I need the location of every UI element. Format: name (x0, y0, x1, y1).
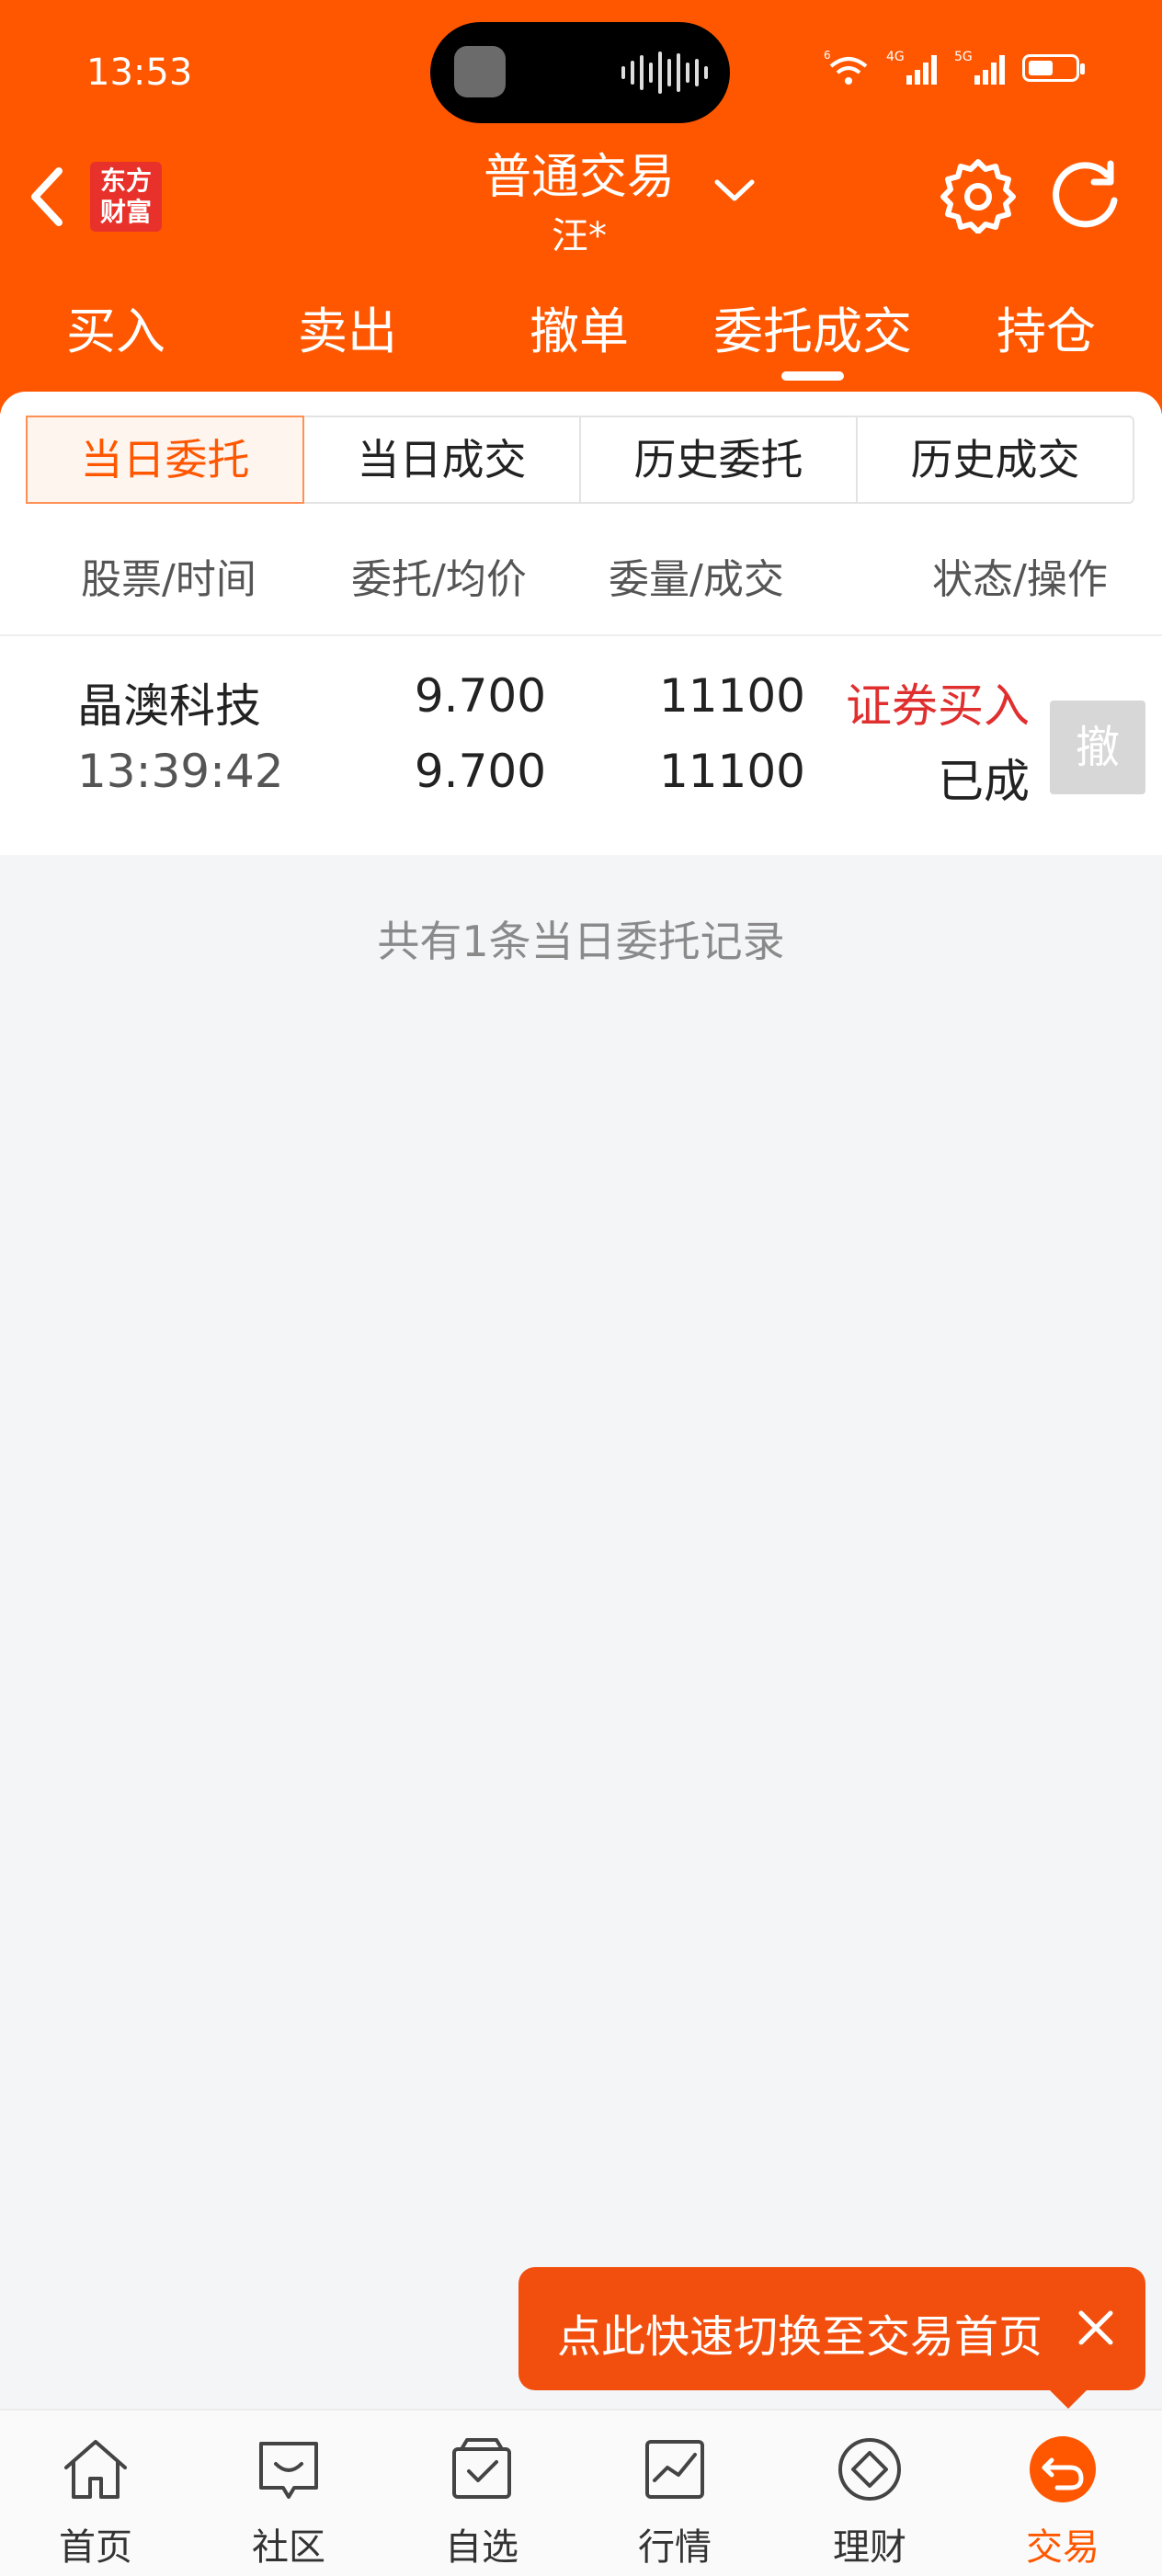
filled-quantity: 11100 (658, 745, 805, 798)
audio-wave-icon (621, 51, 708, 94)
signal-4g-label: 4G (886, 50, 905, 64)
order-status: 已成 (938, 755, 1030, 808)
wifi-icon: 6 (824, 49, 868, 85)
column-status-action: 状态/操作 (932, 556, 1108, 603)
tab-orders[interactable]: 委托成交 (695, 292, 930, 375)
page-title[interactable]: 普通交易 (432, 138, 726, 207)
subtab-history-orders[interactable]: 历史委托 (581, 417, 858, 502)
nav-home-label: 首页 (59, 2526, 132, 2569)
column-price: 委托/均价 (351, 556, 527, 603)
tab-positions[interactable]: 持仓 (930, 292, 1162, 375)
trade-icon (1030, 2436, 1096, 2502)
logo-text-bottom: 财富 (99, 197, 152, 227)
column-quantity: 委量/成交 (609, 556, 784, 603)
avg-price: 9.700 (414, 745, 546, 798)
nav-home[interactable]: 首页 (22, 2420, 169, 2569)
nav-trade-label: 交易 (1026, 2526, 1099, 2569)
table-header: 股票/时间 委托/均价 委量/成交 状态/操作 (0, 546, 1162, 638)
status-time: 13:53 (86, 51, 193, 94)
nav-wealth[interactable]: 理财 (796, 2420, 943, 2569)
logo-text-top: 东方 (99, 165, 152, 196)
order-time: 13:39:42 (77, 745, 284, 798)
column-stock-time: 股票/时间 (81, 556, 256, 603)
nav-watchlist[interactable]: 自选 (408, 2420, 555, 2569)
watchlist-icon (452, 2438, 511, 2499)
tab-cancel[interactable]: 撤单 (463, 292, 695, 375)
refresh-icon[interactable] (1048, 156, 1131, 234)
nav-market-label: 行情 (638, 2526, 712, 2569)
nav-watchlist-label: 自选 (445, 2526, 518, 2569)
chevron-down-icon[interactable] (713, 177, 756, 204)
nav-community-label: 社区 (252, 2526, 325, 2569)
subtab-today-orders[interactable]: 当日委托 (26, 416, 304, 504)
sub-tab-bar: 当日委托 当日成交 历史委托 历史成交 (26, 416, 1134, 504)
order-type: 证券买入 (846, 679, 1030, 733)
account-name: 汪* (552, 215, 607, 257)
home-icon (64, 2440, 127, 2499)
cancel-order-button[interactable]: 撤 (1050, 701, 1145, 794)
status-icons: 6 4G 5G (824, 48, 1085, 88)
signal-5g-label: 5G (954, 50, 973, 64)
order-price: 9.700 (414, 669, 546, 723)
record-count-text: 共有1条当日委托记录 (377, 917, 785, 966)
subtab-history-trades[interactable]: 历史成交 (858, 417, 1133, 502)
eastmoney-logo[interactable]: 东方 财富 (90, 162, 162, 232)
quick-switch-toast[interactable]: 点此快速切换至交易首页 (518, 2267, 1145, 2390)
close-icon[interactable] (1070, 2302, 1122, 2354)
dynamic-island (430, 22, 730, 123)
toast-text: 点此快速切换至交易首页 (557, 2311, 1043, 2363)
subtab-today-trades[interactable]: 当日成交 (304, 417, 581, 502)
signal-5g-icon: 5G (954, 50, 1005, 85)
nav-market[interactable]: 行情 (601, 2420, 748, 2569)
market-icon (645, 2440, 704, 2499)
bottom-nav: 首页 社区 自选 行情 理财 交易 (0, 2409, 1162, 2576)
gear-icon[interactable] (940, 156, 1017, 234)
signal-4g-icon: 4G (886, 50, 937, 85)
tab-buy[interactable]: 买入 (0, 292, 232, 375)
order-quantity: 11100 (658, 669, 805, 723)
wealth-icon (838, 2438, 901, 2501)
stock-name: 晶澳科技 (77, 679, 261, 733)
toast-pointer (1048, 2388, 1088, 2409)
nav-wealth-label: 理财 (833, 2526, 906, 2569)
tab-sell[interactable]: 卖出 (232, 292, 463, 375)
wifi-badge: 6 (824, 49, 831, 62)
app-header: 13:53 6 4G 5G 东方 财富 普通交易 汪* 买入 卖出 撤单 委托成… (0, 0, 1162, 414)
back-arrow-icon[interactable] (22, 162, 74, 232)
nav-trade[interactable]: 交易 (989, 2420, 1136, 2569)
media-thumbnail (454, 46, 506, 97)
table-row[interactable]: 晶澳科技 13:39:42 9.700 9.700 11100 11100 证券… (0, 636, 1162, 855)
active-tab-indicator (781, 371, 844, 381)
main-tab-bar: 买入 卖出 撤单 委托成交 持仓 (0, 292, 1162, 375)
battery-icon (1022, 54, 1085, 82)
community-icon (259, 2442, 318, 2499)
orders-panel: 当日委托 当日成交 历史委托 历史成交 股票/时间 委托/均价 委量/成交 状态… (0, 392, 1162, 855)
nav-community[interactable]: 社区 (215, 2420, 362, 2569)
